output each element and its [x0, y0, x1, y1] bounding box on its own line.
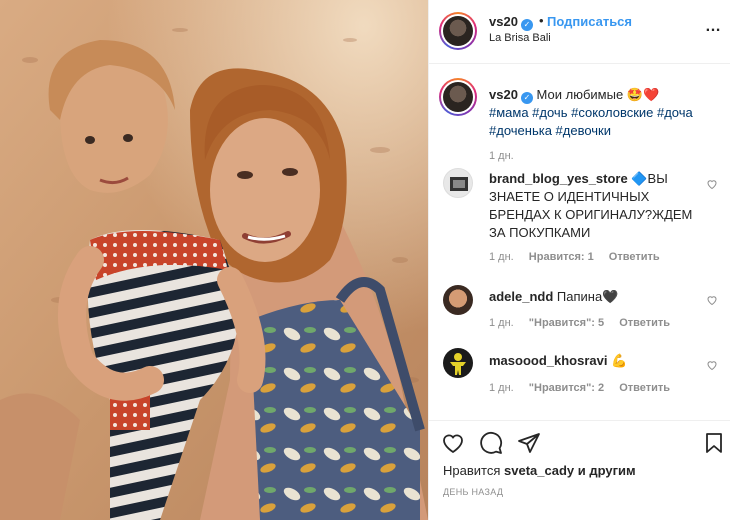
comment-time[interactable]: 1 дн.	[489, 382, 514, 394]
comment-time[interactable]: 1 дн.	[489, 251, 514, 263]
author-username-row[interactable]: vs20 ✓	[489, 14, 533, 31]
caption-avatar[interactable]	[439, 78, 477, 116]
comment-like-icon[interactable]	[706, 178, 718, 190]
heart-icon[interactable]	[441, 431, 465, 455]
comment-text: 💪	[611, 353, 628, 368]
more-options-icon[interactable]: …	[705, 18, 722, 36]
comment-likes[interactable]: "Нравится": 2	[529, 382, 604, 394]
post-side-panel: vs20 ✓ • Подписаться La Brisa Bali … vs20…	[429, 0, 730, 520]
comment-username[interactable]: masoood_khosravi	[489, 353, 608, 368]
post-photo[interactable]	[0, 0, 428, 520]
comment-meta: 1 дн. "Нравится": 2 Ответить	[489, 382, 682, 394]
post-date[interactable]: ДЕНЬ НАЗАД	[443, 487, 503, 497]
liked-by-user[interactable]: sveta_cady	[504, 463, 574, 478]
comment-likes[interactable]: Нравится: 1	[529, 251, 594, 263]
likes-others[interactable]: и другим	[578, 463, 636, 478]
comment-username[interactable]: brand_blog_yes_store	[489, 171, 628, 186]
comment-icon[interactable]	[479, 431, 503, 455]
verified-badge-icon: ✓	[520, 19, 533, 31]
share-icon[interactable]	[517, 431, 541, 455]
verified-badge-icon: ✓	[520, 92, 533, 104]
caption-hashtags[interactable]: #мама #дочь #соколовские #доча #доченька…	[489, 105, 693, 138]
comment-reply-button[interactable]: Ответить	[609, 251, 660, 263]
likes-prefix: Нравится	[443, 463, 501, 478]
comment-like-icon[interactable]	[706, 359, 718, 371]
follow-button[interactable]: Подписаться	[547, 14, 632, 29]
comment-text: Папина🖤	[556, 289, 619, 304]
comment-reply-button[interactable]: Ответить	[619, 317, 670, 329]
post-header: vs20 ✓ • Подписаться La Brisa Bali …	[429, 0, 730, 64]
location-link[interactable]: La Brisa Bali	[489, 32, 551, 44]
comment-like-icon[interactable]	[706, 294, 718, 306]
comment-reply-button[interactable]: Ответить	[619, 382, 670, 394]
comment-time[interactable]: 1 дн.	[489, 317, 514, 329]
author-username[interactable]: vs20	[489, 14, 518, 29]
caption-time[interactable]: 1 дн.	[489, 150, 514, 162]
comment-body: brand_blog_yes_store 🔷ВЫ ЗНАЕТЕ О ИДЕНТИ…	[489, 170, 699, 242]
separator-dot: •	[539, 13, 544, 28]
comment-avatar[interactable]	[443, 168, 473, 198]
post-actions: Нравится sveta_cady и другим ДЕНЬ НАЗАД	[429, 420, 730, 520]
comment-meta: 1 дн. "Нравится": 5 Ответить	[489, 317, 682, 329]
comment-meta: 1 дн. Нравится: 1 Ответить	[489, 251, 672, 263]
caption-username[interactable]: vs20	[489, 87, 518, 102]
bookmark-icon[interactable]	[702, 431, 726, 455]
comment-body: adele_ndd Папина🖤	[489, 288, 699, 306]
comment-body: masoood_khosravi 💪	[489, 352, 699, 370]
likes-summary: Нравится sveta_cady и другим	[443, 463, 636, 478]
comment-likes[interactable]: "Нравится": 5	[529, 317, 604, 329]
post-caption: vs20 ✓ Мои любимые 🤩❤️ #мама #дочь #сокол…	[489, 86, 719, 140]
comment-avatar[interactable]	[443, 348, 473, 378]
comment-avatar[interactable]	[443, 285, 473, 315]
author-avatar[interactable]	[439, 12, 477, 50]
caption-text: Мои любимые 🤩❤️	[536, 87, 660, 102]
comment-username[interactable]: adele_ndd	[489, 289, 553, 304]
